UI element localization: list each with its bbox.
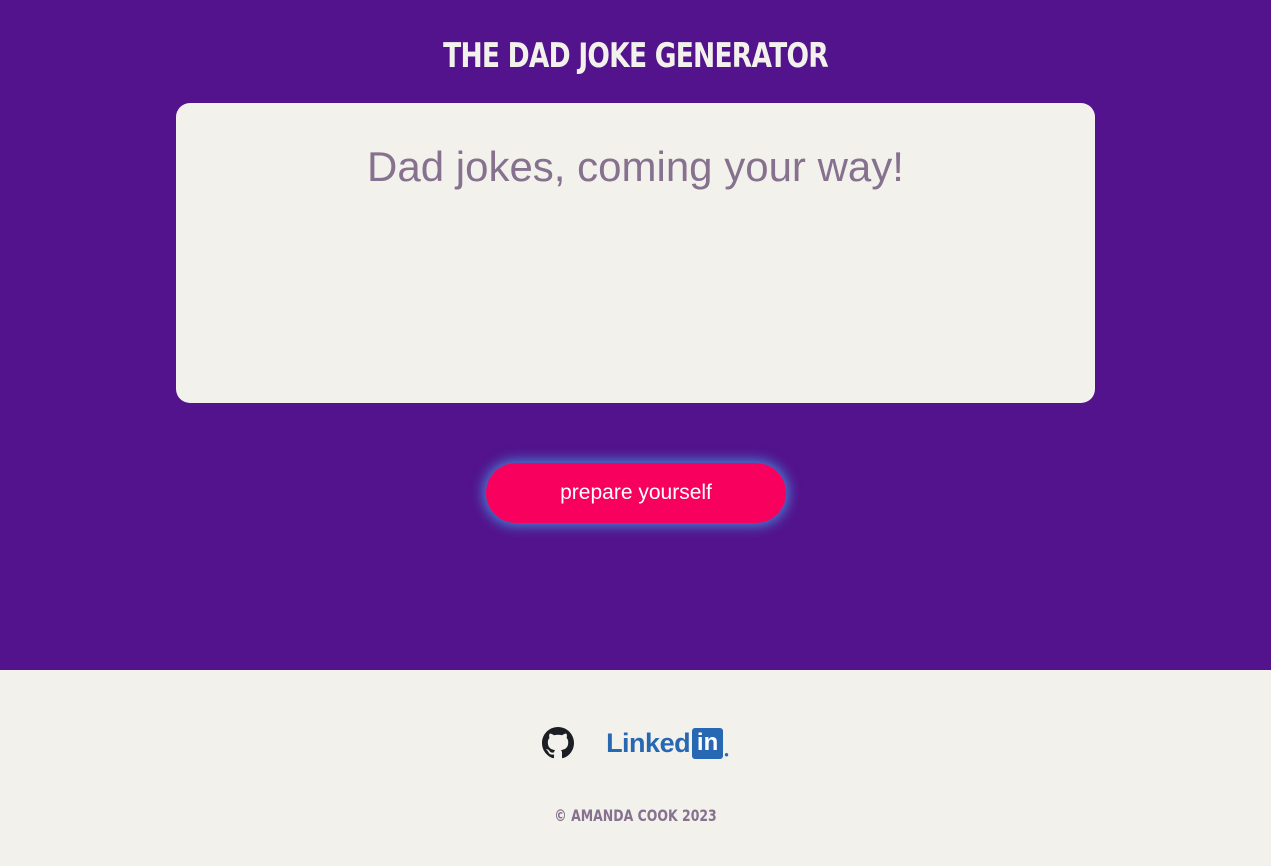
linkedin-link[interactable]: Linked in ● [606,727,729,759]
linkedin-registered-mark: ● [724,750,729,759]
github-link[interactable] [542,727,575,759]
github-icon [542,727,575,759]
copyright-text: © AMANDA COOK 2023 [554,806,717,825]
social-links: Linked in ● [0,727,1271,759]
linkedin-logo-text: Linked [606,727,691,758]
page-title: THE DAD JOKE GENERATOR [443,36,828,76]
main-section: THE DAD JOKE GENERATOR Dad jokes, coming… [0,0,1271,670]
linkedin-icon: in [692,727,724,759]
joke-text: Dad jokes, coming your way! [367,143,904,190]
joke-card: Dad jokes, coming your way! [176,103,1095,403]
get-joke-button[interactable]: prepare yourself [486,463,786,523]
footer: Linked in ● © AMANDA COOK 2023 [0,670,1271,866]
